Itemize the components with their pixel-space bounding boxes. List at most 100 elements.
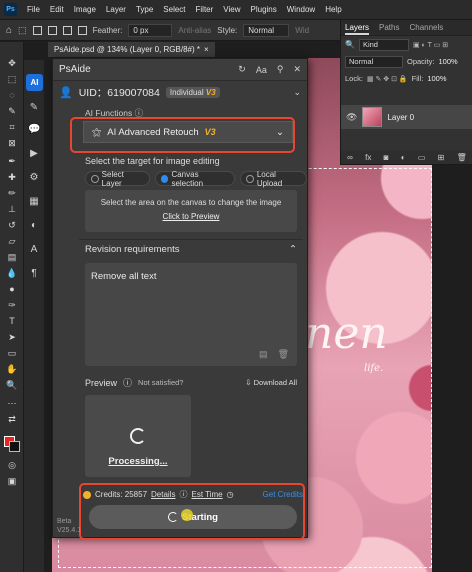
style-select[interactable]: Normal: [243, 23, 290, 37]
healing-brush-icon[interactable]: ✚: [6, 172, 18, 182]
fill-value[interactable]: 100%: [427, 74, 446, 83]
chat-panel-icon[interactable]: 💬: [28, 124, 40, 136]
fx-icon[interactable]: fx: [365, 153, 371, 162]
help-icon[interactable]: ⓘ: [123, 376, 132, 389]
lock-icons[interactable]: ▦ ✎ ✥ ⊡ 🔒: [367, 75, 408, 83]
crop-tool-icon[interactable]: ⌗: [6, 122, 18, 132]
lasso-tool-icon[interactable]: ◌: [6, 90, 18, 100]
preview-label: Preview: [85, 377, 118, 388]
menu-image[interactable]: Image: [74, 5, 96, 14]
menu-type[interactable]: Type: [136, 5, 153, 14]
menu-plugins[interactable]: Plugins: [251, 5, 277, 14]
photoshop-logo[interactable]: Ps: [4, 3, 17, 16]
pen-tool-icon[interactable]: ✑: [6, 300, 18, 310]
trash-icon[interactable]: 🗑: [457, 153, 467, 162]
brush-tool-icon[interactable]: ✏: [6, 188, 18, 198]
refresh-icon[interactable]: ↻: [238, 64, 246, 75]
opacity-value[interactable]: 100%: [439, 57, 458, 66]
more-tools-icon[interactable]: ⋯: [6, 398, 18, 408]
edit-panel-icon[interactable]: ✎: [28, 102, 40, 114]
adjustment-icon[interactable]: ◐: [401, 153, 406, 162]
play-panel-icon[interactable]: ▶: [28, 148, 40, 160]
menu-select[interactable]: Select: [163, 5, 185, 14]
hand-tool-icon[interactable]: ✋: [6, 364, 18, 374]
zoom-tool-icon[interactable]: 🔍: [6, 380, 18, 390]
filter-icons[interactable]: ▣ ◐ T ▭ ⊞: [413, 41, 448, 49]
properties-panel-icon[interactable]: ⚙: [28, 172, 40, 184]
frame-tool-icon[interactable]: ⊠: [6, 138, 18, 148]
layer-name[interactable]: Layer 0: [387, 113, 414, 122]
paragraph-panel-icon[interactable]: ¶: [28, 268, 40, 280]
quick-mask-icon[interactable]: ◎: [6, 460, 18, 470]
layer-kind-select[interactable]: Kind: [358, 38, 409, 51]
swap-colors-icon[interactable]: ⇄: [6, 414, 18, 424]
trash-icon[interactable]: 🗑: [278, 349, 289, 360]
eyedropper-icon[interactable]: ✒: [6, 156, 18, 166]
quick-selection-icon[interactable]: ✎: [6, 106, 18, 116]
visibility-eye-icon[interactable]: 👁: [346, 112, 357, 123]
new-layer-icon[interactable]: ⊞: [438, 153, 445, 162]
font-size-icon[interactable]: Aa: [256, 65, 267, 75]
blur-tool-icon[interactable]: 💧: [6, 268, 18, 278]
intersect-selection-icon[interactable]: [77, 25, 87, 35]
preview-card[interactable]: Processing...: [85, 395, 191, 477]
chevron-up-icon[interactable]: ⌃: [289, 244, 297, 255]
menu-layer[interactable]: Layer: [106, 5, 126, 14]
preview-link[interactable]: Click to Preview: [85, 212, 297, 221]
mask-icon[interactable]: ◙: [384, 153, 389, 162]
group-icon[interactable]: ▭: [418, 153, 426, 162]
adjust-panel-icon[interactable]: ◐: [28, 220, 40, 232]
menu-help[interactable]: Help: [325, 5, 341, 14]
not-satisfied-label[interactable]: Not satisfied?: [138, 378, 183, 387]
document-tab[interactable]: PsAide.psd @ 134% (Layer 0, RGB/8#) * ×: [48, 42, 215, 57]
menu-window[interactable]: Window: [287, 5, 315, 14]
move-tool-icon[interactable]: ✥: [6, 58, 18, 68]
marquee-tool-icon[interactable]: ⬚: [18, 25, 27, 36]
download-all-button[interactable]: ⇩ Download All: [245, 378, 297, 387]
add-selection-icon[interactable]: [47, 25, 57, 35]
account-type-badge[interactable]: Individual V3: [165, 86, 220, 98]
chevron-down-icon[interactable]: ⌄: [293, 87, 301, 98]
feather-input[interactable]: 0 px: [128, 23, 173, 37]
history-icon[interactable]: ▤: [259, 349, 268, 360]
target-local-upload[interactable]: Local Upload: [240, 170, 308, 188]
subtract-selection-icon[interactable]: [62, 25, 72, 35]
tab-layers[interactable]: Layers: [345, 23, 370, 35]
dodge-tool-icon[interactable]: ●: [6, 284, 18, 294]
psaide-plugin-icon[interactable]: AI: [26, 74, 43, 91]
text-panel-icon[interactable]: A: [28, 244, 40, 256]
stamp-tool-icon[interactable]: ⊥: [6, 204, 18, 214]
menu-edit[interactable]: Edit: [50, 5, 64, 14]
background-color-swatch[interactable]: [9, 441, 20, 452]
target-canvas-selection[interactable]: Canvas selection: [154, 170, 236, 188]
menu-filter[interactable]: Filter: [196, 5, 214, 14]
history-brush-icon[interactable]: ↺: [6, 220, 18, 230]
link-icon[interactable]: ∞: [347, 153, 353, 162]
revision-section-header[interactable]: Revision requirements ⌃: [79, 239, 303, 259]
grid-panel-icon[interactable]: ▦: [28, 196, 40, 208]
menu-view[interactable]: View: [223, 5, 240, 14]
revision-textarea[interactable]: Remove all text ▤ 🗑: [85, 263, 297, 366]
tab-channels[interactable]: Channels: [409, 23, 443, 35]
gradient-tool-icon[interactable]: ▤: [6, 252, 18, 262]
home-icon[interactable]: ⌂: [6, 25, 12, 36]
new-selection-icon[interactable]: [32, 25, 42, 35]
pin-icon[interactable]: ⚲: [277, 64, 284, 75]
close-icon[interactable]: ✕: [293, 64, 301, 75]
antialias-checkbox[interactable]: Anti-alias: [178, 26, 211, 35]
tab-paths[interactable]: Paths: [379, 23, 399, 35]
path-selection-icon[interactable]: ➤: [6, 332, 18, 342]
highlight-start-area: [79, 483, 305, 540]
menu-file[interactable]: File: [27, 5, 40, 14]
layer-row[interactable]: 👁 Layer 0: [341, 105, 472, 129]
target-select-layer[interactable]: Select Layer: [85, 170, 150, 188]
type-tool-icon[interactable]: T: [6, 316, 18, 326]
close-tab-icon[interactable]: ×: [204, 45, 209, 54]
layers-footer: ∞ fx ◙ ◐ ▭ ⊞ 🗑: [341, 150, 472, 164]
blend-mode-select[interactable]: Normal: [345, 55, 403, 68]
shape-tool-icon[interactable]: ▭: [6, 348, 18, 358]
marquee-tool-icon[interactable]: ⬚: [6, 74, 18, 84]
preview-header: Preview ⓘ Not satisfied? ⇩ Download All: [85, 376, 297, 389]
screen-mode-icon[interactable]: ▣: [6, 476, 18, 486]
eraser-tool-icon[interactable]: ▱: [6, 236, 18, 246]
